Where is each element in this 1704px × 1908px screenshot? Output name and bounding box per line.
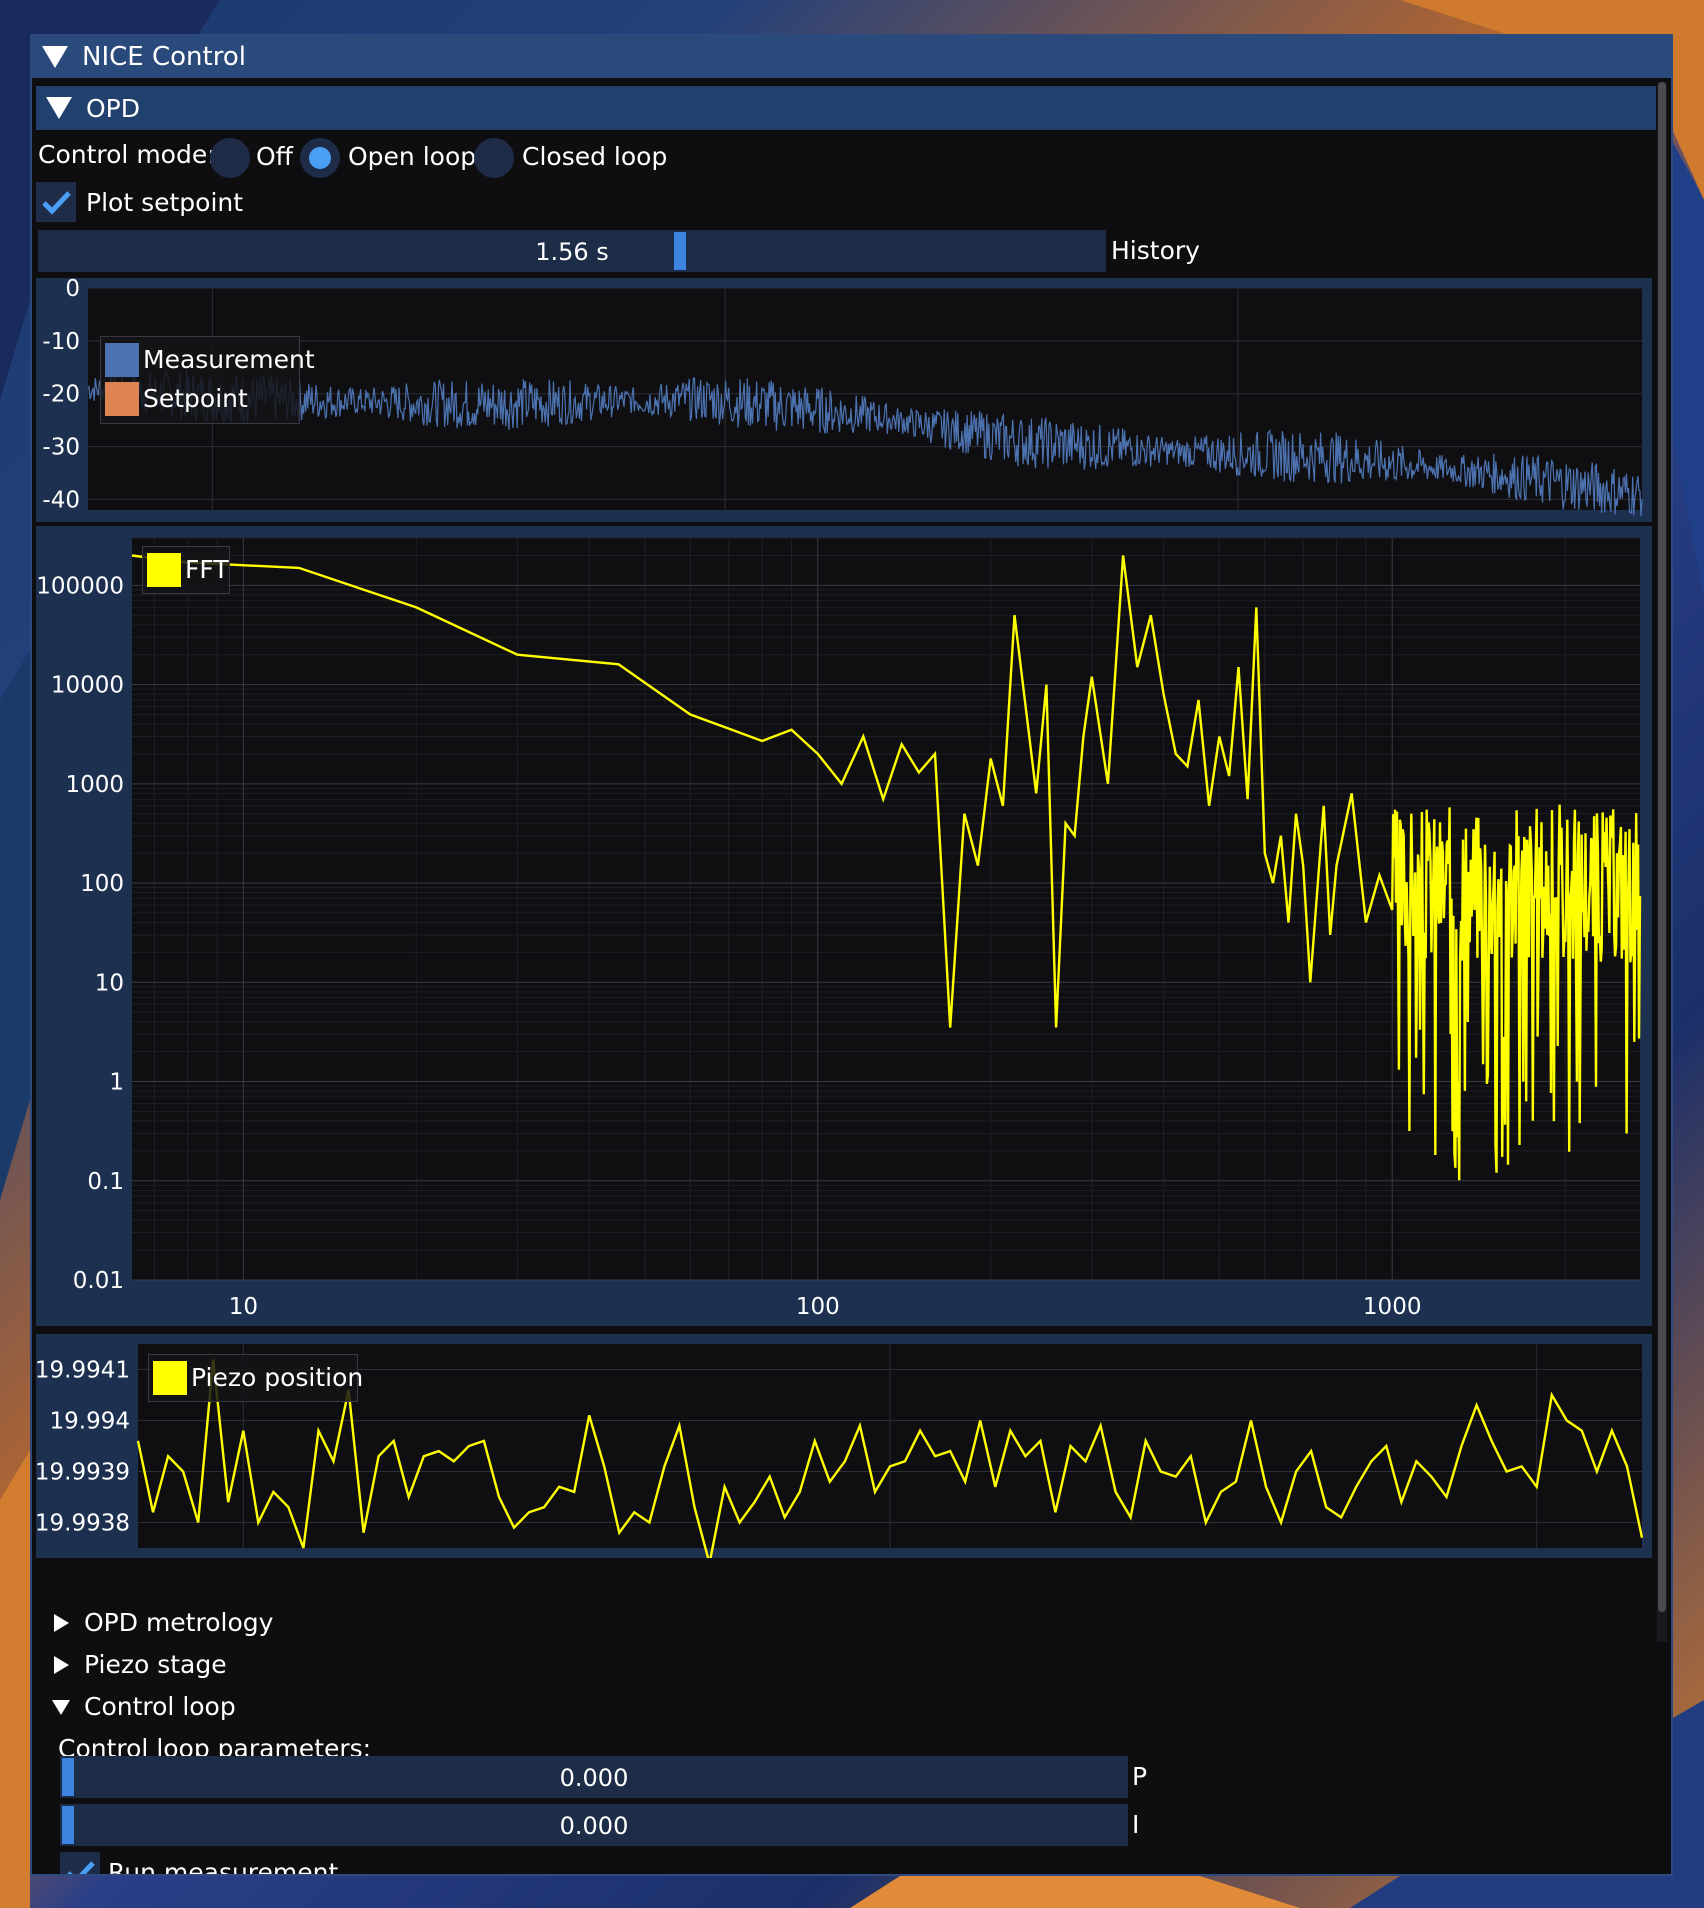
y-tick-label: 0 xyxy=(65,278,80,302)
fft-plot[interactable]: 100000 10000 1000 100 10 1 0.1 0.01 10 100 1000 FF… xyxy=(36,526,1652,1326)
mode-closed-loop-label[interactable]: Closed loop xyxy=(522,142,667,171)
mode-open-loop-radio[interactable] xyxy=(300,138,340,178)
piezo-legend: Piezo position xyxy=(148,1354,363,1402)
i-gain-slider-grab[interactable] xyxy=(62,1806,74,1844)
y-tick-label: 19.9939 xyxy=(36,1460,130,1486)
checkmark-icon xyxy=(67,1861,95,1874)
run-measurement-checkbox[interactable] xyxy=(60,1852,100,1874)
history-value: 1.56 s xyxy=(535,238,609,266)
x-tick-label: 100 xyxy=(796,1294,840,1320)
legend-label-measurement[interactable]: Measurement xyxy=(143,345,315,374)
y-tick-label: 19.9941 xyxy=(36,1358,130,1384)
opd-section-header[interactable]: OPD xyxy=(36,86,1656,130)
y-tick-label: 0.1 xyxy=(87,1169,124,1195)
y-tick-label: 19.994 xyxy=(50,1409,130,1435)
legend-label-piezo[interactable]: Piezo position xyxy=(191,1363,363,1392)
measurement-plot[interactable]: 0 -10 -20 -30 -40 Measurement Setpoint xyxy=(36,278,1652,522)
mode-closed-loop-radio[interactable] xyxy=(474,138,514,178)
x-tick-label: 1000 xyxy=(1363,1294,1422,1320)
legend-label-fft[interactable]: FFT xyxy=(185,555,229,584)
legend-label-setpoint[interactable]: Setpoint xyxy=(143,384,248,413)
y-tick-label: 100 xyxy=(80,871,124,897)
p-gain-value: 0.000 xyxy=(559,1764,629,1792)
opd-metrology-label[interactable]: OPD metrology xyxy=(84,1608,273,1637)
y-tick-label: -30 xyxy=(42,435,80,461)
p-gain-label: P xyxy=(1132,1762,1148,1791)
y-tick-label: -20 xyxy=(42,382,80,408)
i-gain-value: 0.000 xyxy=(559,1812,629,1840)
mode-off-label[interactable]: Off xyxy=(256,142,293,171)
p-gain-slider-grab[interactable] xyxy=(62,1758,74,1796)
nice-control-window: NICE Control OPD Control mode: Off Open … xyxy=(30,34,1673,1876)
legend-swatch-piezo xyxy=(153,1361,187,1395)
expand-opd-metrology-icon[interactable] xyxy=(54,1614,69,1632)
checkmark-icon xyxy=(42,191,71,215)
piezo-stage-label[interactable]: Piezo stage xyxy=(84,1650,227,1679)
opd-metrology-section[interactable]: OPD metrology xyxy=(50,1608,450,1638)
history-slider-grab[interactable] xyxy=(674,232,686,270)
legend-swatch-fft xyxy=(147,553,181,587)
window-titlebar[interactable]: NICE Control xyxy=(32,36,1671,78)
control-loop-label[interactable]: Control loop xyxy=(84,1692,236,1721)
y-tick-label: 10000 xyxy=(51,673,124,699)
window-scrollbar[interactable] xyxy=(1657,82,1667,1642)
plot-setpoint-label[interactable]: Plot setpoint xyxy=(86,188,243,217)
opd-header-label: OPD xyxy=(86,93,141,123)
i-gain-slider[interactable]: 0.000 xyxy=(60,1804,1128,1846)
legend-swatch-setpoint xyxy=(105,382,139,416)
y-tick-label: 0.01 xyxy=(73,1268,124,1294)
history-slider[interactable]: 1.56 s xyxy=(38,230,1106,272)
y-tick-label: 100000 xyxy=(36,573,124,599)
run-measurement-label[interactable]: Run measurement xyxy=(108,1858,338,1874)
collapse-control-loop-icon[interactable] xyxy=(52,1700,70,1715)
mode-off-radio[interactable] xyxy=(210,138,250,178)
measurement-legend: Measurement Setpoint xyxy=(100,336,315,424)
scrollbar-thumb[interactable] xyxy=(1658,82,1666,1612)
p-gain-slider[interactable]: 0.000 xyxy=(60,1756,1128,1798)
expand-piezo-stage-icon[interactable] xyxy=(54,1656,69,1674)
control-loop-section[interactable]: Control loop xyxy=(50,1692,450,1722)
y-tick-label: 10 xyxy=(95,970,124,996)
piezo-position-plot[interactable]: 19.9941 19.994 19.9939 19.9938 Piezo positi… xyxy=(36,1334,1652,1558)
radio-selected-dot xyxy=(309,147,331,169)
plot-setpoint-checkbox[interactable] xyxy=(36,182,76,222)
y-tick-label: 1000 xyxy=(65,772,124,798)
collapse-window-icon[interactable] xyxy=(42,46,68,68)
control-mode-label: Control mode: xyxy=(38,140,216,169)
y-tick-label: 19.9938 xyxy=(36,1511,130,1537)
collapse-opd-icon[interactable] xyxy=(46,97,72,119)
y-tick-label: -40 xyxy=(42,487,80,513)
fft-plot-svg: 100000 10000 1000 100 10 1 0.1 0.01 10 100 1000 xyxy=(36,537,1642,1320)
x-tick-label: 10 xyxy=(229,1294,258,1320)
y-tick-label: 1 xyxy=(109,1070,124,1096)
fft-legend: FFT xyxy=(142,546,230,594)
history-label: History xyxy=(1111,236,1200,265)
y-tick-label: -10 xyxy=(42,329,80,355)
piezo-stage-section[interactable]: Piezo stage xyxy=(50,1650,450,1680)
mode-open-loop-label[interactable]: Open loop xyxy=(348,142,476,171)
i-gain-label: I xyxy=(1132,1810,1140,1839)
window-title: NICE Control xyxy=(82,42,246,72)
legend-swatch-measurement xyxy=(105,343,139,377)
